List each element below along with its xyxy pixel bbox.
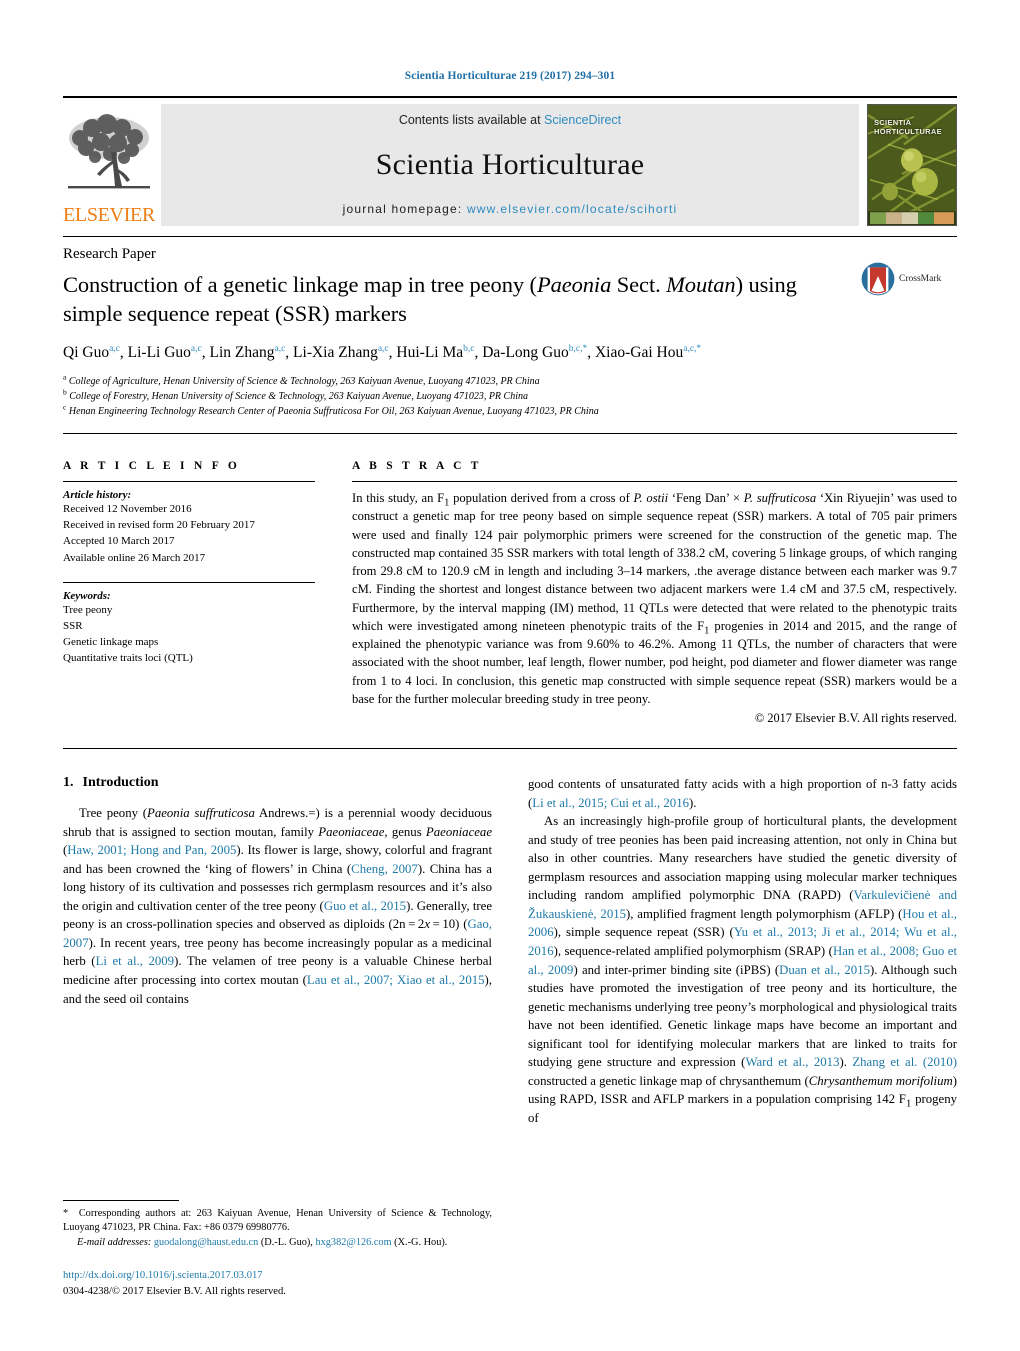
history-item: Accepted 10 March 2017	[63, 535, 175, 548]
title-segment-2: Sect.	[611, 272, 667, 297]
journal-masthead: ELSEVIER Contents lists available at Sci…	[63, 96, 957, 226]
body-column-gap	[492, 775, 528, 1300]
crossmark-label: CrossMark	[899, 274, 942, 284]
title-bottom-rule	[63, 433, 957, 435]
abstract-rule	[352, 481, 957, 483]
homepage-prefix: journal homepage:	[342, 202, 467, 216]
masthead-center-panel: Contents lists available at ScienceDirec…	[161, 104, 859, 226]
article-info-column: A R T I C L E I N F O Article history: R…	[63, 460, 315, 726]
title-block: Research Paper Construction of a genetic…	[63, 237, 957, 419]
paper-type-label: Research Paper	[63, 246, 156, 262]
keyword-item: Quantitative traits loci (QTL)	[63, 652, 193, 665]
contents-prefix: Contents lists available at	[398, 113, 545, 127]
intro-paragraph-right-1: good contents of unsaturated fatty acids…	[528, 777, 957, 810]
running-head: Scientia Horticulturae 219 (2017) 294–30…	[404, 70, 616, 82]
title-genus: Paeonia	[536, 272, 612, 297]
abstract-bottom-rule	[63, 748, 957, 750]
title-segment-1: Construction of a genetic linkage map in…	[63, 272, 537, 297]
affiliation-item: c Henan Engineering Technology Research …	[63, 402, 957, 419]
affiliation-item: a College of Agriculture, Henan Universi…	[63, 372, 957, 389]
keyword-item: SSR	[63, 619, 83, 632]
page-title: Construction of a genetic linkage map in…	[63, 270, 803, 329]
article-info-rule	[63, 481, 315, 483]
journal-title: Scientia Horticulturae	[375, 147, 645, 181]
affiliation-text: College of Agriculture, Henan University…	[68, 375, 540, 387]
body-columns: 1. Introduction Tree peony (Paeonia suffr…	[63, 775, 957, 1300]
intro-paragraph-left: Tree peony (Paeonia suffruticosa Andrews…	[63, 806, 493, 1006]
history-item: Received in revised form 20 February 201…	[63, 519, 255, 532]
doi-block: http://dx.doi.org/10.1016/j.scienta.2017…	[63, 1268, 492, 1300]
elsevier-wordmark: ELSEVIER	[62, 204, 156, 226]
doi-link[interactable]: http://dx.doi.org/10.1016/j.scienta.2017…	[63, 1268, 492, 1284]
section-title: Introduction	[82, 775, 159, 791]
title-section: Moutan	[666, 272, 736, 297]
footnote-rule	[63, 1199, 179, 1201]
affiliation-mark: c	[63, 402, 67, 412]
crossmark-icon	[861, 262, 895, 296]
affiliation-list: a College of Agriculture, Henan Universi…	[63, 372, 957, 420]
footnote-block: * Corresponding authors at: 263 Kaiyuan …	[63, 1199, 492, 1301]
history-item: Available online 26 March 2017	[63, 551, 206, 564]
article-info-heading: A R T I C L E I N F O	[63, 460, 241, 473]
cover-title: SCIENTIA HORTICULTURAE	[874, 118, 942, 136]
history-item: Received 12 November 2016	[63, 503, 192, 516]
intro-paragraph-right-2: As an increasingly high-profile group of…	[528, 814, 958, 1125]
cover-title-line2: HORTICULTURAE	[874, 126, 942, 136]
article-page: Scientia Horticulturae 219 (2017) 294–30…	[0, 0, 1020, 1351]
body-column-left: 1. Introduction Tree peony (Paeonia suffr…	[63, 775, 492, 1300]
crossmark-badge[interactable]: CrossMark	[861, 259, 957, 299]
article-history-label: Article history:	[63, 489, 132, 502]
keyword-item: Genetic linkage maps	[63, 636, 159, 648]
keywords-rule	[63, 581, 315, 583]
keywords-group: Keywords: Tree peony SSR Genetic linkage…	[63, 590, 315, 667]
affiliation-item: b College of Forestry, Henan University …	[63, 387, 957, 404]
sciencedirect-link[interactable]: ScienceDirect	[544, 113, 621, 127]
issn-copyright-line: 0304-4238/© 2017 Elsevier B.V. All right…	[63, 1286, 286, 1298]
info-abstract-section: A R T I C L E I N F O Article history: R…	[63, 460, 957, 726]
elsevier-logo: ELSEVIER	[63, 104, 155, 226]
affiliation-text: Henan Engineering Technology Research Ce…	[68, 405, 599, 417]
contents-available-line: Contents lists available at ScienceDirec…	[399, 113, 621, 127]
section-number: 1.	[63, 775, 74, 791]
journal-homepage-line: journal homepage: www.elsevier.com/locat…	[343, 202, 678, 216]
abstract-heading: A B S T R A C T	[352, 460, 482, 473]
affiliation-mark: a	[63, 372, 67, 382]
journal-homepage-link[interactable]: www.elsevier.com/locate/scihorti	[467, 202, 677, 216]
article-history-group: Article history: Received 12 November 20…	[63, 489, 315, 566]
column-gap	[315, 460, 352, 726]
corresponding-author-note: * Corresponding authors at: 263 Kaiyuan …	[63, 1207, 492, 1234]
elsevier-tree-icon	[68, 114, 150, 189]
body-column-right: good contents of unsaturated fatty acids…	[528, 775, 957, 1300]
keywords-label: Keywords:	[63, 589, 111, 602]
affiliation-text: College of Forestry, Henan University of…	[69, 390, 528, 402]
abstract-column: A B S T R A C T In this study, an F1 pop…	[352, 460, 957, 726]
copyright-line: © 2017 Elsevier B.V. All rights reserved…	[754, 711, 957, 726]
abstract-text: In this study, an F1 population derived …	[352, 491, 957, 706]
section-heading-introduction: 1. Introduction	[63, 775, 492, 791]
email-addresses-note: E-mail addresses: guodalong@haust.edu.cn…	[77, 1237, 448, 1249]
journal-cover-thumbnail[interactable]: SCIENTIA HORTICULTURAE	[867, 104, 957, 226]
author-list: Qi Guoa,c, Li-Li Guoa,c, Lin Zhanga,c, L…	[63, 343, 702, 361]
keyword-item: Tree peony	[63, 603, 113, 616]
affiliation-mark: b	[63, 387, 67, 397]
